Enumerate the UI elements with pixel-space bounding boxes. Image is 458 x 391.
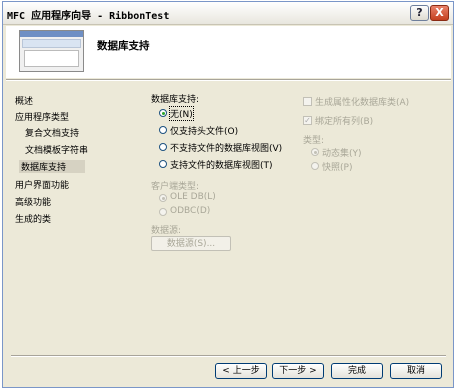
- wizard-nav: 概述 应用程序类型 复合文档支持 文档模板字符串 数据库支持 用户界面功能 高级…: [15, 87, 135, 357]
- db-view-file-radio[interactable]: [159, 160, 167, 168]
- page-header: 数据库支持: [6, 26, 451, 78]
- snapshot-label[interactable]: 快照(P): [322, 160, 352, 173]
- nav-item-compound-doc[interactable]: 复合文档支持: [25, 126, 79, 139]
- db-view-no-file-label[interactable]: 不支持文件的数据库视图(V): [170, 141, 282, 154]
- wizard-preview-image: [19, 30, 84, 72]
- nav-item-ui-features[interactable]: 用户界面功能: [15, 178, 69, 191]
- title-bar: MFC 应用程序向导 - RibbonTest ? X: [3, 2, 453, 25]
- recordset-type-label: 类型:: [303, 136, 325, 146]
- db-header-only-label[interactable]: 仅支持头文件(O): [170, 124, 238, 137]
- wizard-window: MFC 应用程序向导 - RibbonTest ? X 数据库支持 概述 应用程…: [2, 1, 454, 388]
- snapshot-radio[interactable]: [311, 162, 319, 170]
- attributed-db-class-checkbox[interactable]: [303, 97, 312, 106]
- data-source-label: 数据源:: [151, 226, 182, 236]
- options-panel: 数据库支持: 无(N) 仅支持头文件(O) 不支持文件的数据库视图(V) 支持文…: [135, 87, 449, 357]
- db-none-radio[interactable]: [159, 109, 167, 117]
- close-button[interactable]: X: [430, 5, 449, 21]
- nav-item-overview[interactable]: 概述: [15, 94, 33, 107]
- client-odbc-radio[interactable]: [159, 208, 167, 216]
- dynaset-label[interactable]: 动态集(Y): [322, 146, 362, 159]
- data-source-button[interactable]: 数据源(S)...: [151, 236, 231, 251]
- nav-item-app-type[interactable]: 应用程序类型: [15, 110, 69, 123]
- dynaset-radio[interactable]: [311, 148, 319, 156]
- footer-divider: [11, 355, 446, 357]
- help-button[interactable]: ?: [410, 5, 429, 21]
- nav-item-generated-classes[interactable]: 生成的类: [15, 212, 51, 225]
- window-title: MFC 应用程序向导 - RibbonTest: [7, 11, 170, 22]
- client-oledb-label[interactable]: OLE DB(L): [170, 192, 216, 202]
- db-view-file-label[interactable]: 支持文件的数据库视图(T): [170, 158, 273, 171]
- nav-item-doc-template[interactable]: 文档模板字符串: [25, 143, 88, 156]
- db-support-label: 数据库支持:: [151, 95, 200, 105]
- next-button[interactable]: 下一步 >: [272, 363, 324, 379]
- db-view-no-file-radio[interactable]: [159, 143, 167, 151]
- bind-all-columns-label[interactable]: 绑定所有列(B): [315, 114, 373, 127]
- client-type-label: 客户端类型:: [151, 182, 200, 192]
- cancel-button[interactable]: 取消: [390, 363, 442, 379]
- db-header-only-radio[interactable]: [159, 126, 167, 134]
- db-none-label[interactable]: 无(N): [169, 106, 194, 121]
- nav-item-db-support[interactable]: 数据库支持: [19, 160, 85, 173]
- back-button[interactable]: < 上一步: [215, 363, 267, 379]
- page-title: 数据库支持: [97, 40, 150, 52]
- attributed-db-class-label[interactable]: 生成属性化数据库类(A): [315, 95, 409, 108]
- client-oledb-radio[interactable]: [159, 194, 167, 202]
- finish-button[interactable]: 完成: [331, 363, 383, 379]
- header-divider: [6, 79, 451, 81]
- bind-all-columns-checkbox[interactable]: ✓: [303, 116, 312, 125]
- client-odbc-label[interactable]: ODBC(D): [170, 206, 210, 216]
- nav-item-advanced[interactable]: 高级功能: [15, 195, 51, 208]
